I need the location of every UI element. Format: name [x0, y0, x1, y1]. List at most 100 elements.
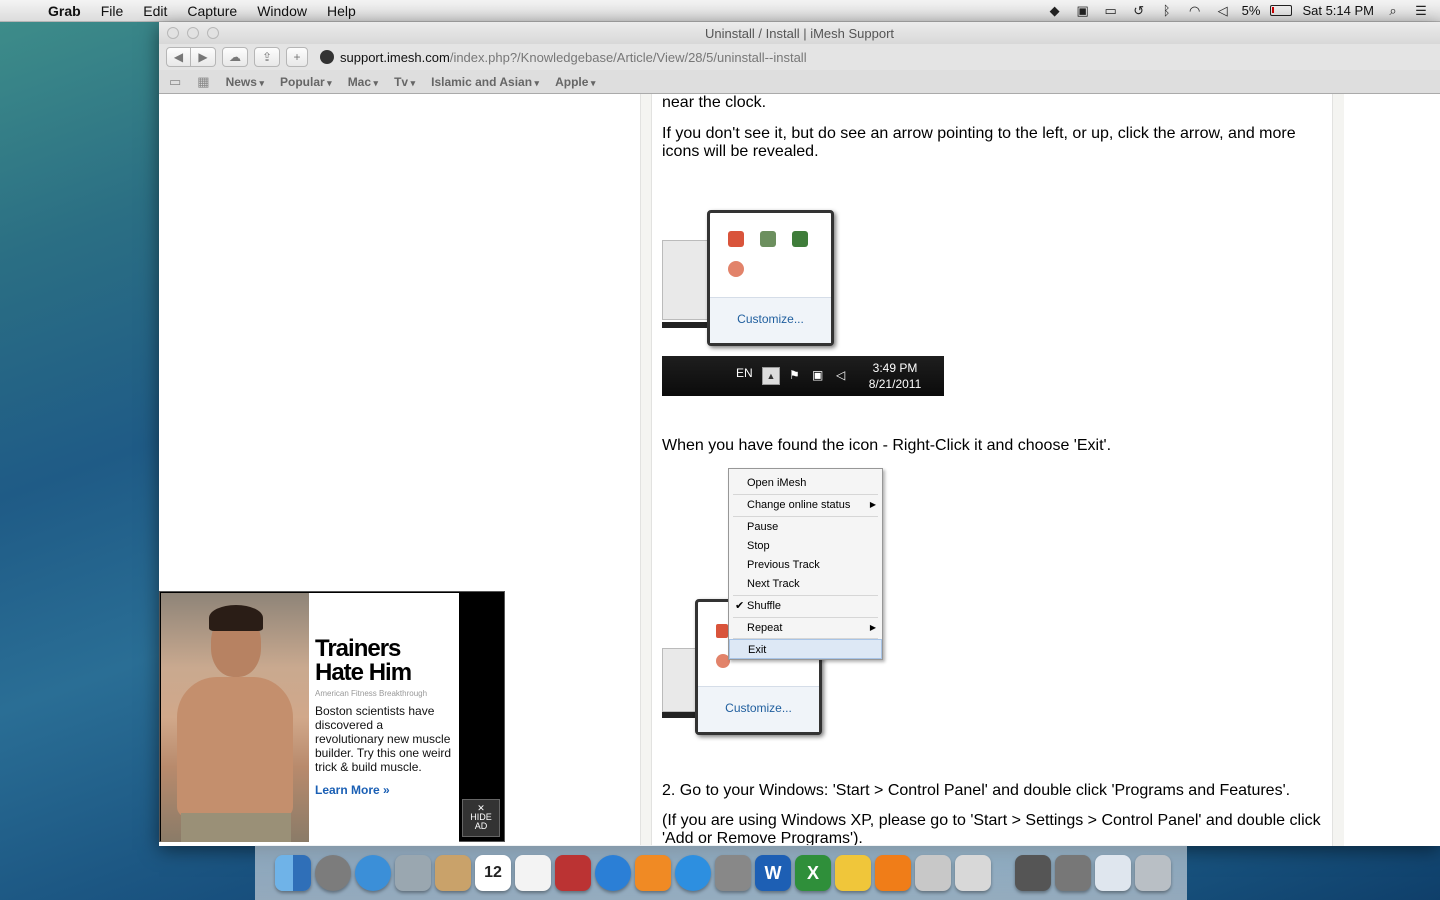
launchpad-icon[interactable]: [315, 855, 351, 891]
menu-capture[interactable]: Capture: [177, 0, 247, 22]
network-icon: ▣: [812, 368, 824, 382]
airplay-icon[interactable]: ▭: [1102, 3, 1120, 18]
article-body: near the clock. If you don't see it, but…: [652, 94, 1332, 846]
spotlight-search-icon[interactable]: ⌕: [1384, 3, 1402, 18]
wifi-icon[interactable]: ◠: [1186, 3, 1204, 18]
app-store-icon[interactable]: [675, 855, 711, 891]
mail-icon[interactable]: [395, 855, 431, 891]
volume-icon[interactable]: ◁: [1214, 3, 1232, 18]
clock[interactable]: Sat 5:14 PM: [1302, 3, 1374, 18]
customize-link: Customize...: [737, 312, 804, 326]
ad-body: Boston scientists have discovered a revo…: [315, 704, 452, 774]
menu-window[interactable]: Window: [247, 0, 317, 22]
back-button[interactable]: ◀: [166, 47, 191, 67]
window-edge-graphic-2: [662, 648, 698, 712]
bluetooth-icon[interactable]: ᛒ: [1158, 3, 1176, 18]
utility-app-icon[interactable]: [915, 855, 951, 891]
tray-popup: Customize...: [707, 210, 834, 346]
paint-app-icon[interactable]: [835, 855, 871, 891]
notification-center-icon[interactable]: ☰: [1412, 3, 1430, 18]
taskbar-time: 3:49 PM: [872, 361, 918, 375]
safari-icon[interactable]: [355, 855, 391, 891]
ad-title[interactable]: Trainers Hate Him: [315, 637, 453, 685]
bookmarks-bar: ▭ ▦ News Popular Mac Tv Islamic and Asia…: [159, 70, 1440, 94]
downloads-stack-icon[interactable]: [1015, 855, 1051, 891]
bookmark-apple[interactable]: Apple: [555, 75, 595, 89]
menu-shuffle: ✔ Shuffle: [729, 596, 882, 616]
reminders-icon[interactable]: [515, 855, 551, 891]
top-sites-grid-icon[interactable]: ▦: [197, 74, 209, 90]
status-area: ◆ ▣ ▭ ↺ ᛒ ◠ ◁ 5% Sat 5:14 PM ⌕ ☰: [1046, 3, 1440, 19]
bookmark-islamic-and-asian[interactable]: Islamic and Asian: [431, 75, 539, 89]
show-hidden-icons-arrow-icon: ▲: [762, 367, 780, 385]
x11-icon[interactable]: [955, 855, 991, 891]
bookmark-news[interactable]: News: [226, 75, 264, 89]
address-bar[interactable]: support.imesh.com/index.php?/Knowledgeba…: [314, 47, 1440, 67]
ad-photo-pants: [181, 813, 291, 842]
time-machine-icon[interactable]: ↺: [1130, 3, 1148, 18]
share-button[interactable]: ⇪: [254, 47, 280, 67]
article-paragraph-arrow: If you don't see it, but do see an arrow…: [662, 125, 1296, 160]
menu-edit[interactable]: Edit: [133, 0, 177, 22]
cast-icon[interactable]: ▣: [1074, 3, 1092, 18]
tray-screenshot-image: Customize... EN ▲ ⚑ ▣ ◁ 3:49 PM 8/21/201…: [662, 200, 944, 396]
photo-booth-icon[interactable]: [555, 855, 591, 891]
vlc-icon[interactable]: [875, 855, 911, 891]
bookmark-tv[interactable]: Tv: [394, 75, 415, 89]
contacts-icon[interactable]: [435, 855, 471, 891]
ad-photo-hair: [209, 605, 263, 631]
itunes-icon[interactable]: [595, 855, 631, 891]
reading-list-icon[interactable]: ▭: [169, 74, 181, 90]
menu-open-imesh: Open iMesh: [747, 477, 807, 489]
system-preferences-icon[interactable]: [715, 855, 751, 891]
bookmark-popular[interactable]: Popular: [280, 75, 332, 89]
ad-text-panel[interactable]: Trainers Hate Him American Fitness Break…: [309, 593, 459, 842]
context-menu-screenshot-image: Customize... Open iMesh Change online st…: [662, 468, 884, 738]
history-buttons: ◀ ▶: [166, 47, 216, 67]
trash-icon[interactable]: [1135, 855, 1171, 891]
menu-previous-track: Previous Track: [747, 559, 820, 571]
calendar-icon[interactable]: 12: [475, 855, 511, 891]
url-host: support.imesh.com: [340, 49, 450, 65]
window-edge-shadow: [662, 322, 710, 328]
menu-help[interactable]: Help: [317, 0, 366, 22]
ad-subtitle: American Fitness Breakthrough: [315, 689, 428, 698]
window-edge-graphic: [662, 240, 710, 320]
title-bar: Uninstall / Install | iMesh Support: [159, 22, 1440, 44]
advertisement[interactable]: Trainers Hate Him American Fitness Break…: [159, 591, 505, 842]
word-icon[interactable]: W: [755, 855, 791, 891]
menu-exit: Exit: [729, 639, 882, 659]
documents-stack-icon[interactable]: [1055, 855, 1091, 891]
battery-percent[interactable]: 5%: [1242, 3, 1261, 18]
menu-bar: Grab File Edit Capture Window Help ◆ ▣ ▭…: [0, 0, 1440, 22]
excel-icon[interactable]: X: [795, 855, 831, 891]
menu-change-online-status: Change online status ▶: [729, 495, 882, 515]
ad-learn-more-link[interactable]: Learn More »: [315, 783, 453, 797]
taskbar-date: 8/21/2011: [868, 377, 922, 391]
window-title: Uninstall / Install | iMesh Support: [704, 25, 895, 41]
action-center-flag-icon: ⚑: [789, 368, 800, 382]
forward-button[interactable]: ▶: [191, 47, 216, 67]
bookmark-mac[interactable]: Mac: [348, 75, 378, 89]
hide-ad-button[interactable]: ✕ HIDE AD: [462, 799, 500, 837]
submenu-arrow-icon: ▶: [869, 500, 876, 509]
icloud-tabs-button[interactable]: ☁: [222, 47, 248, 67]
finder-icon[interactable]: [275, 855, 311, 891]
menu-stop: Stop: [747, 540, 770, 552]
battery-icon[interactable]: [1270, 5, 1293, 16]
ad-photo[interactable]: [161, 593, 309, 842]
new-tab-button[interactable]: +: [286, 47, 308, 67]
dropbox-icon[interactable]: ◆: [1046, 3, 1064, 18]
browser-toolbar: ◀ ▶ ☁ ⇪ + support.imesh.com/index.php?/K…: [159, 44, 1440, 70]
article-xp-note: (If you are using Windows XP, please go …: [662, 812, 1321, 846]
dock: 12 W X: [255, 845, 1187, 900]
menu-file[interactable]: File: [91, 0, 134, 22]
menu-shuffle-label: Shuffle: [747, 600, 782, 612]
ibooks-icon[interactable]: [635, 855, 671, 891]
screenshot-preview-icon[interactable]: [1095, 855, 1131, 891]
taskbar-volume-icon: ◁: [836, 368, 846, 382]
menu-app-name[interactable]: Grab: [38, 0, 91, 22]
imesh-tray-icon: [728, 261, 744, 277]
article-line-clock: near the clock.: [662, 94, 767, 111]
menu-repeat-label: Repeat: [747, 622, 783, 634]
